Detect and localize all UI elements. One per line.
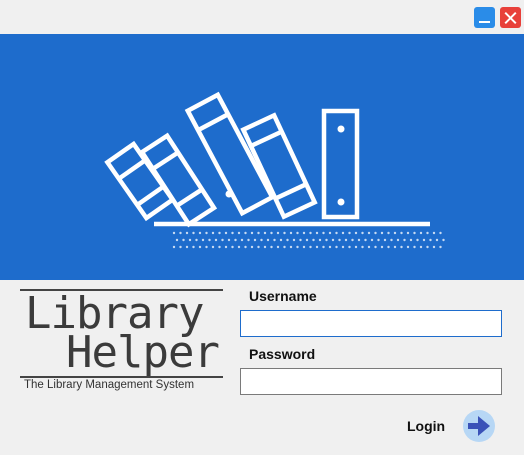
minimize-button[interactable] <box>474 7 495 28</box>
window-controls <box>474 7 521 28</box>
books-on-shelf-icon <box>104 91 445 249</box>
banner <box>0 34 524 280</box>
logo-tagline: The Library Management System <box>24 379 195 391</box>
password-field[interactable] <box>240 368 502 395</box>
arrow-right-icon <box>468 416 490 436</box>
username-label: Username <box>249 288 317 304</box>
password-label: Password <box>249 346 316 362</box>
logo-word-helper: Helper <box>66 327 220 378</box>
close-button[interactable] <box>500 7 521 28</box>
login-button[interactable] <box>463 410 495 442</box>
username-field[interactable] <box>240 310 502 337</box>
app-logo: Library Helper The Library Management Sy… <box>20 289 223 396</box>
login-label[interactable]: Login <box>407 418 445 434</box>
logo-bottom-rule <box>20 376 223 378</box>
